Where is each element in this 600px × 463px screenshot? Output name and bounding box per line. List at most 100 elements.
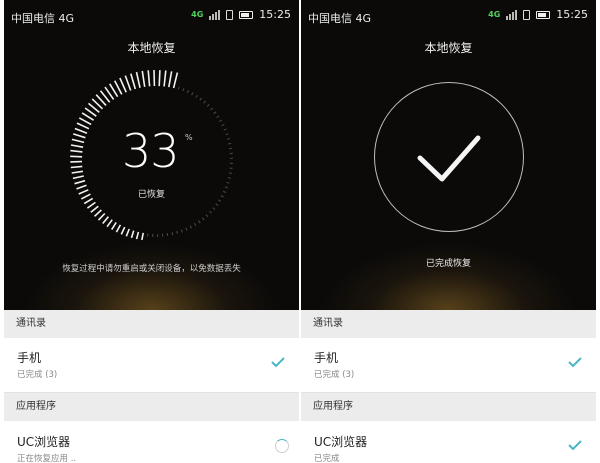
progress-tick <box>189 225 193 229</box>
list-item-title: 手机 <box>17 351 42 365</box>
list-item-status: 已完成 (3) <box>17 370 58 380</box>
progress-tick <box>193 223 197 227</box>
progress-tick <box>226 181 230 184</box>
progress-tick <box>210 107 214 111</box>
check-icon <box>568 440 582 451</box>
progress-tick <box>158 70 161 87</box>
progress-tick <box>70 155 83 158</box>
section-header-apps: 应用程序 <box>4 393 299 421</box>
progress-tick <box>218 199 222 202</box>
progress-tick <box>163 70 167 87</box>
progress-tick <box>141 232 144 241</box>
progress-tick <box>74 179 86 185</box>
progress-tick <box>199 97 202 101</box>
list-item-title: UC浏览器 <box>17 435 71 449</box>
restore-header-panel: 中国电信 4G 4G 15:25 本地恢复 33 % 已恢复 恢复过程中请勿重启… <box>4 0 299 310</box>
progress-tick <box>86 201 96 209</box>
progress-tick <box>226 138 231 140</box>
progress-tick <box>76 122 90 130</box>
progress-tick <box>102 216 110 225</box>
progress-tick <box>176 230 178 235</box>
progress-tick <box>70 144 84 148</box>
list-item-status: 已完成 <box>314 454 340 463</box>
progress-tick <box>197 220 201 224</box>
progress-tick <box>209 210 212 214</box>
progress-tick <box>191 92 194 96</box>
progress-unit: % <box>185 133 193 142</box>
check-icon <box>271 357 285 368</box>
restore-item-list: 通讯录 手机 已完成 (3) 应用程序 UC浏览器 已完成 <box>301 310 596 463</box>
signal-icon <box>506 9 518 20</box>
progress-tick <box>186 89 189 94</box>
restore-complete-screen: 中国电信 4G 4G 15:25 本地恢复 已完成恢复 通讯录 手机 已完成 (… <box>301 0 596 463</box>
list-item-title: UC浏览器 <box>314 435 368 449</box>
network-type-icon: 4G <box>488 9 501 19</box>
progress-tick <box>195 94 198 98</box>
restore-header-panel: 中国电信 4G 4G 15:25 本地恢复 已完成恢复 <box>301 0 596 310</box>
progress-tick <box>74 127 88 134</box>
progress-tick <box>90 205 99 213</box>
progress-tick <box>227 177 231 179</box>
progress-tick <box>93 209 102 217</box>
status-bar: 中国电信 4G 4G 15:25 <box>301 0 596 30</box>
progress-tick <box>228 142 232 145</box>
progress-tick <box>125 228 130 237</box>
progress-tick <box>135 71 141 88</box>
completion-label: 已完成恢复 <box>425 259 471 269</box>
progress-tick <box>180 229 183 233</box>
progress-tick <box>172 72 179 89</box>
progress-tick <box>70 149 83 153</box>
progress-tick <box>228 172 232 174</box>
progress-tick <box>78 117 92 126</box>
progress-tick <box>182 88 185 92</box>
section-header-contacts: 通讯录 <box>4 310 299 338</box>
checkmark-icon <box>417 135 481 182</box>
progress-tick <box>212 207 216 210</box>
progress-tick <box>81 112 95 121</box>
restore-item-list: 通讯录 手机 已完成 (3) 应用程序 UC浏览器 正在恢复应用 .. <box>4 310 299 463</box>
progress-tick <box>168 71 173 88</box>
progress-tick <box>223 128 227 131</box>
check-icon <box>568 357 582 368</box>
progress-tick <box>71 170 84 174</box>
progress-tick <box>120 226 126 235</box>
progress-tick <box>119 77 127 93</box>
warning-text: 恢复过程中请勿重启或关闭设备，以免数据丢失 <box>62 264 241 274</box>
progress-value: 33 <box>122 124 180 178</box>
list-item-status: 已完成 (3) <box>314 370 355 380</box>
progress-tick <box>221 123 225 127</box>
list-item-phone-contacts[interactable]: 手机 已完成 (3) <box>301 338 596 393</box>
progress-tick <box>124 75 132 91</box>
progress-tick <box>225 133 229 136</box>
progress-tick <box>135 231 140 240</box>
progress-tick <box>111 221 117 231</box>
clock: 15:25 <box>556 8 588 21</box>
carrier-label: 中国电信 4G <box>308 12 372 25</box>
progress-tick <box>177 86 180 90</box>
list-item-title: 手机 <box>314 351 339 365</box>
list-item-uc-browser[interactable]: UC浏览器 已完成 <box>301 421 596 463</box>
list-item-status: 正在恢复应用 .. <box>17 454 77 463</box>
progress-tick <box>201 217 205 221</box>
battery-icon <box>536 10 551 19</box>
progress-label: 已恢复 <box>137 190 165 200</box>
progress-tick <box>115 224 122 233</box>
list-item-uc-browser[interactable]: UC浏览器 正在恢复应用 .. <box>4 421 299 463</box>
progress-tick <box>206 104 210 107</box>
page-title: 本地恢复 <box>424 41 473 55</box>
section-header-contacts: 通讯录 <box>301 310 596 338</box>
progress-tick <box>130 73 137 90</box>
progress-tick <box>106 219 113 228</box>
list-item-phone-contacts[interactable]: 手机 已完成 (3) <box>4 338 299 393</box>
progress-tick <box>141 70 146 88</box>
sim-card-icon <box>523 9 531 20</box>
progress-tick <box>219 119 223 123</box>
progress-tick <box>130 230 135 239</box>
progress-tick <box>215 203 219 206</box>
section-header-apps: 应用程序 <box>301 393 596 421</box>
progress-tick <box>185 227 188 231</box>
progress-tick <box>72 133 86 139</box>
progress-tick <box>213 111 217 115</box>
progress-tick <box>203 100 206 104</box>
progress-tick <box>71 138 85 144</box>
